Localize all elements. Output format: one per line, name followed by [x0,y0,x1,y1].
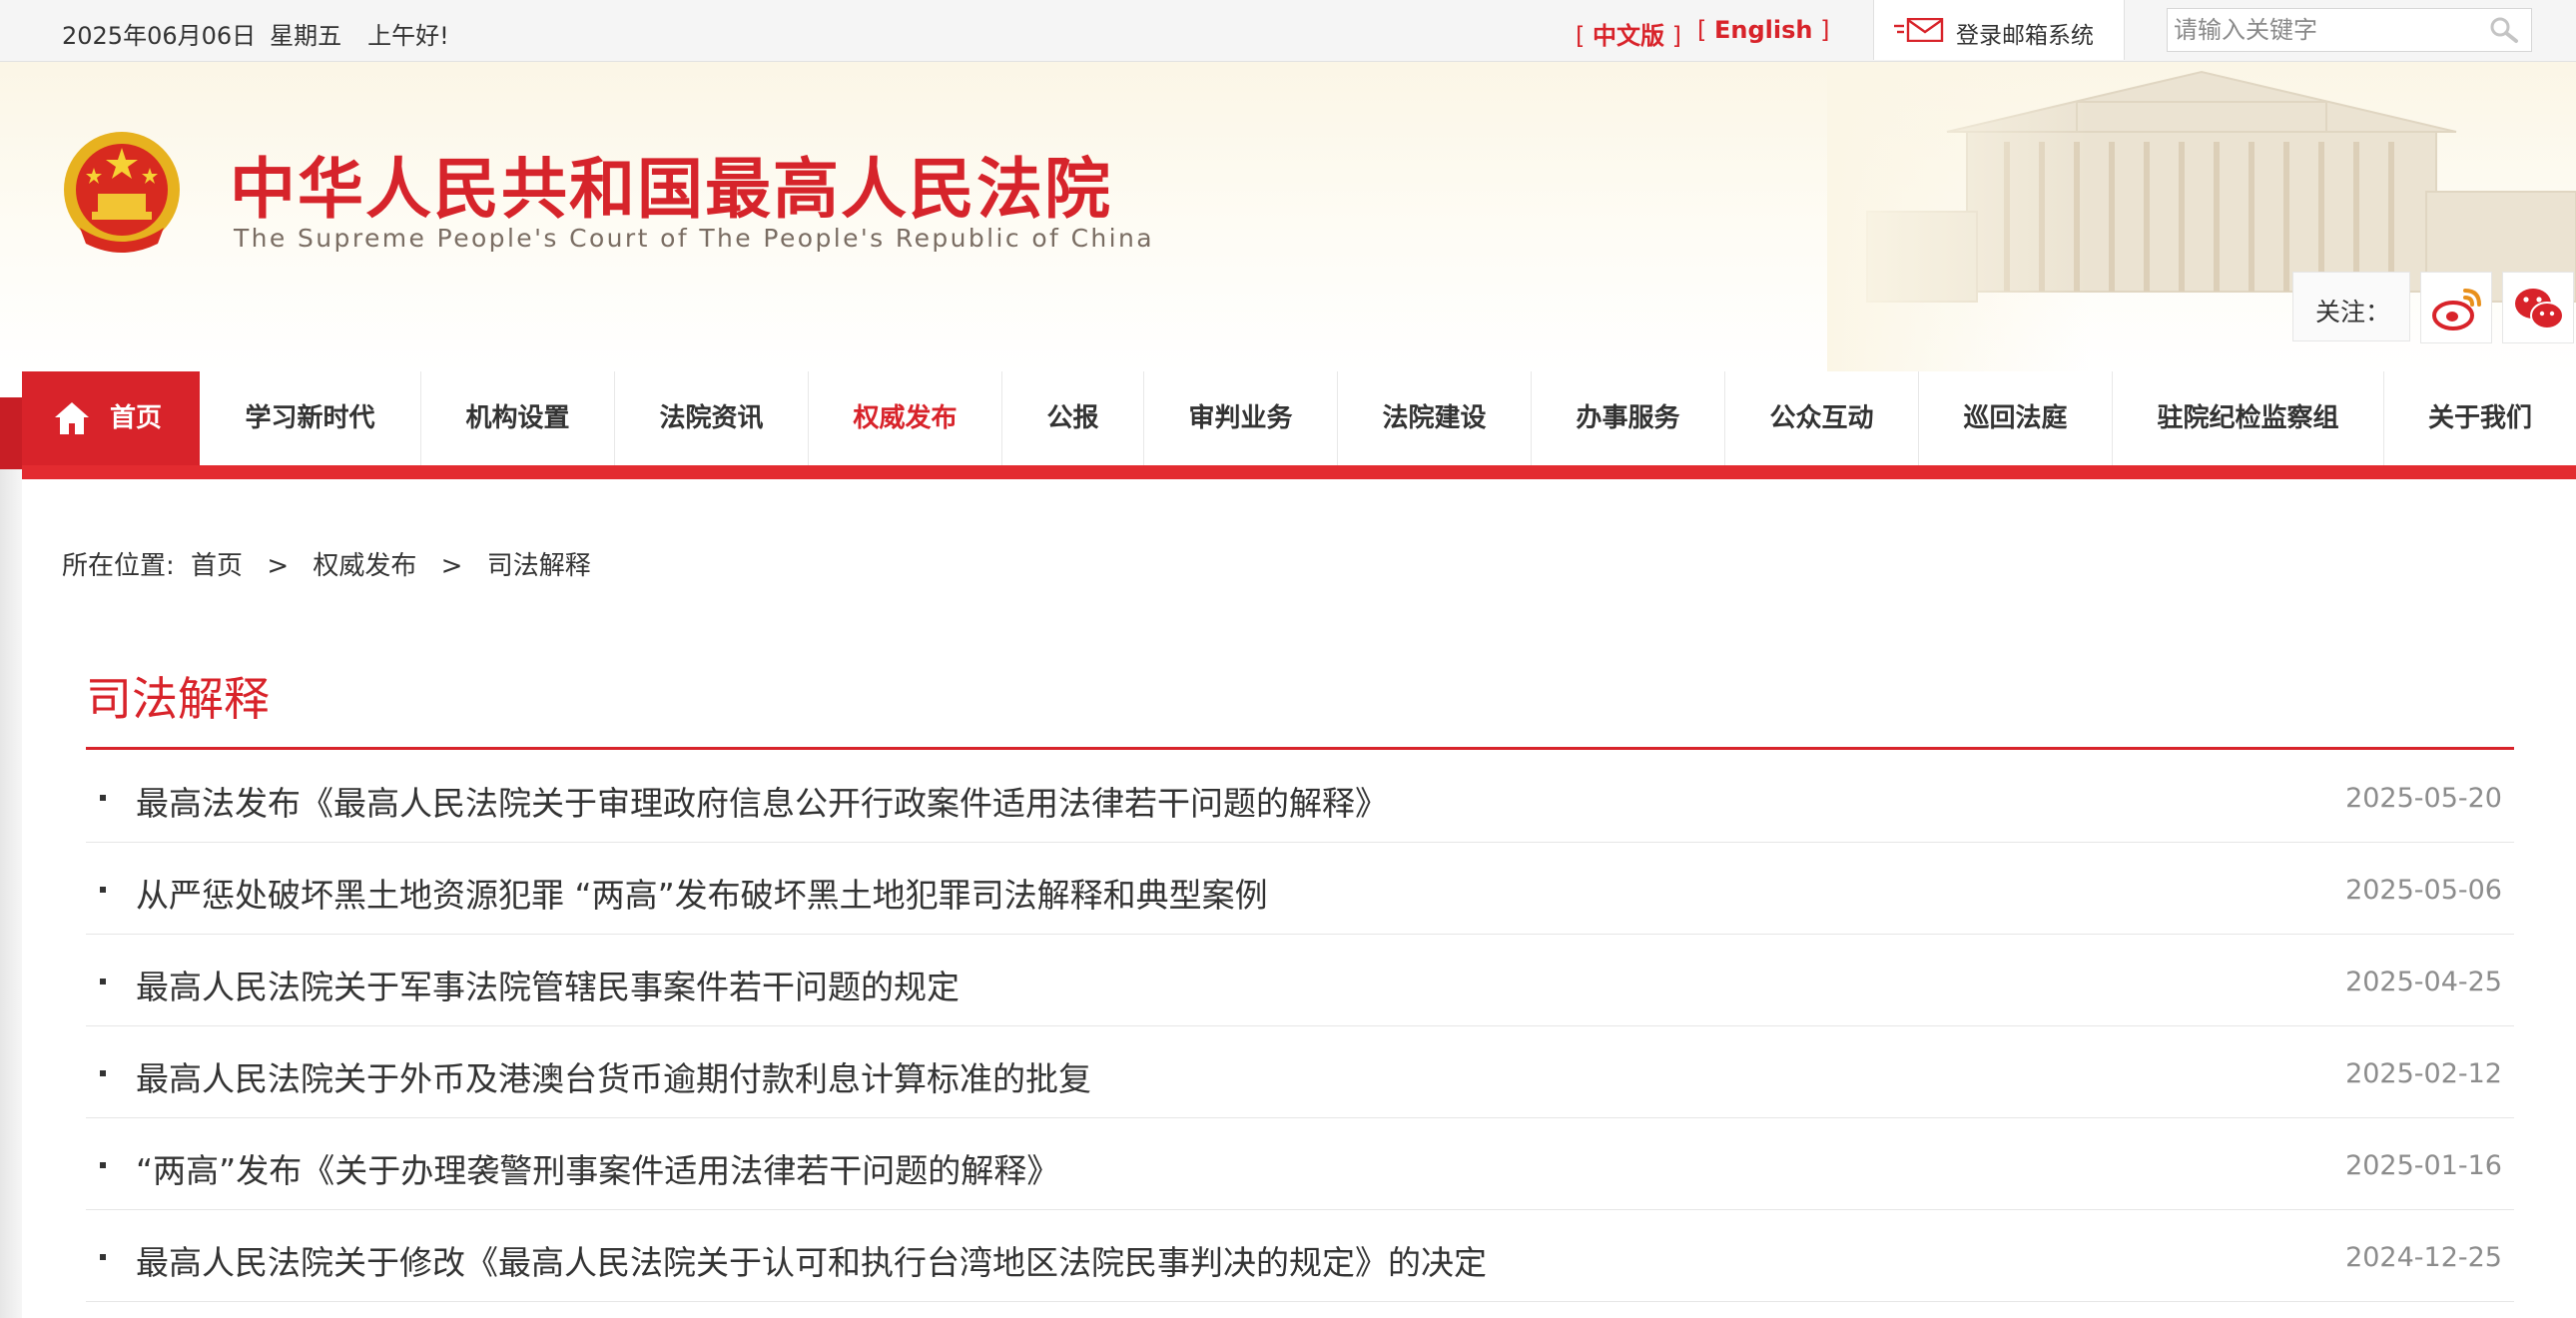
nav-item-gazette[interactable]: 公报 [1002,371,1144,465]
list-item: 最高人民法院关于修改《最高人民法院关于认可和执行台湾地区法院民事判决的规定》的决… [86,1210,2514,1302]
news-title-link[interactable]: 最高法发布《最高人民法院关于审理政府信息公开行政案件适用法律若干问题的解释》 [136,777,1388,825]
news-title-link[interactable]: 最高人民法院关于军事法院管辖民事案件若干问题的规定 [136,961,960,1008]
nav-item-releases[interactable]: 权威发布 [809,371,1002,465]
nav-item-court-building[interactable]: 法院建设 [1338,371,1532,465]
lang-chinese-link[interactable]: [ 中文版 ] [1576,16,1681,51]
news-title-link[interactable]: 最高人民法院关于外币及港澳台货币逾期付款利息计算标准的批复 [136,1052,1091,1100]
follow-label-box: 关注： [2292,272,2410,341]
bullet-icon [100,1254,106,1260]
news-title-link[interactable]: 最高人民法院关于修改《最高人民法院关于认可和执行台湾地区法院民事判决的规定》的决… [136,1236,1487,1284]
bullet-icon [100,1070,106,1076]
weibo-icon [2432,289,2481,330]
news-date: 2025-05-20 [2345,783,2502,814]
header-banner: 中华人民共和国最高人民法院 The Supreme People's Court… [0,62,2576,373]
greeting-text: 上午好! [367,22,449,50]
breadcrumb-current: 司法解释 [486,551,591,581]
news-date: 2025-01-16 [2345,1150,2502,1181]
weibo-button[interactable] [2420,272,2492,343]
weekday-text: 星期五 [270,22,342,50]
search-input[interactable] [2168,9,2477,51]
news-date: 2025-04-25 [2345,967,2502,997]
breadcrumb-home-link[interactable]: 首页 [191,551,243,581]
nav-item-interaction[interactable]: 公众互动 [1725,371,1919,465]
date-text: 2025年06月06日 [62,22,257,50]
home-icon [55,402,89,434]
nav-item-court-news[interactable]: 法院资讯 [615,371,809,465]
news-date: 2024-12-25 [2345,1242,2502,1273]
top-utility-bar: 2025年06月06日 星期五 上午好! [ 中文版 ] [ English ] 登… [0,0,2576,62]
mailbox-label: 登录邮箱系统 [1956,23,2094,49]
news-date: 2025-05-06 [2345,875,2502,906]
bullet-icon [100,887,106,893]
follow-label: 关注： [2315,298,2391,327]
nav-item-trial-work[interactable]: 审判业务 [1144,371,1338,465]
list-item: “两高”发布《关于办理袭警刑事案件适用法律若干问题的解释》 2025-01-16 [86,1118,2514,1210]
section-title-underline [86,747,2514,750]
nav-left-edge [0,397,22,469]
news-list: 最高法发布《最高人民法院关于审理政府信息公开行政案件适用法律若干问题的解释》 2… [86,751,2514,1302]
breadcrumb-prefix: 所在位置: [62,551,175,581]
current-date: 2025年06月06日 星期五 上午好! [62,16,463,51]
nav-red-bar [22,465,2576,479]
page-left-shadow [0,397,22,1318]
list-item: 从严惩处破坏黑土地资源犯罪 “两高”发布破坏黑土地犯罪司法解释和典型案例 202… [86,843,2514,935]
list-item: 最高人民法院关于军事法院管辖民事案件若干问题的规定 2025-04-25 [86,935,2514,1026]
national-emblem-icon [64,132,180,253]
nav-item-discipline[interactable]: 驻院纪检监察组 [2113,371,2384,465]
section-title: 司法解释 [86,672,270,726]
site-subtitle: The Supreme People's Court of The People… [234,224,1154,253]
nav-item-study[interactable]: 学习新时代 [200,371,421,465]
bullet-icon [100,795,106,801]
search-icon[interactable] [2489,16,2519,44]
bullet-icon [100,1162,106,1168]
mailbox-login-button[interactable]: 登录邮箱系统 [1873,0,2125,60]
breadcrumb: 所在位置: 首页 > 权威发布 > 司法解释 [62,545,591,582]
nav-item-organization[interactable]: 机构设置 [421,371,615,465]
nav-label: 首页 [110,403,163,433]
main-nav: 首页 学习新时代 机构设置 法院资讯 权威发布 公报 审判业务 法院建设 办事服… [22,371,2576,469]
breadcrumb-releases-link[interactable]: 权威发布 [313,551,416,581]
nav-item-home[interactable]: 首页 [22,371,200,465]
mail-icon [1894,18,1944,42]
nav-item-circuit-court[interactable]: 巡回法庭 [1919,371,2113,465]
nav-item-about[interactable]: 关于我们 [2384,371,2576,465]
news-title-link[interactable]: 从严惩处破坏黑土地资源犯罪 “两高”发布破坏黑土地犯罪司法解释和典型案例 [136,869,1268,917]
news-title-link[interactable]: “两高”发布《关于办理袭警刑事案件适用法律若干问题的解释》 [136,1144,1059,1192]
wechat-button[interactable] [2502,272,2574,343]
lang-english-link[interactable]: [ English ] [1697,16,1829,44]
lang-zh-label: 中文版 [1593,22,1664,50]
nav-item-services[interactable]: 办事服务 [1532,371,1725,465]
search-box [2167,8,2532,52]
breadcrumb-separator: > [267,551,290,581]
lang-en-label: English [1714,16,1813,44]
site-title: 中华人民共和国最高人民法院 [230,150,1112,228]
list-item: 最高法发布《最高人民法院关于审理政府信息公开行政案件适用法律若干问题的解释》 2… [86,751,2514,843]
breadcrumb-separator: > [440,551,463,581]
bullet-icon [100,979,106,985]
list-item: 最高人民法院关于外币及港澳台货币逾期付款利息计算标准的批复 2025-02-12 [86,1026,2514,1118]
wechat-icon [2515,289,2564,330]
news-date: 2025-02-12 [2345,1058,2502,1089]
